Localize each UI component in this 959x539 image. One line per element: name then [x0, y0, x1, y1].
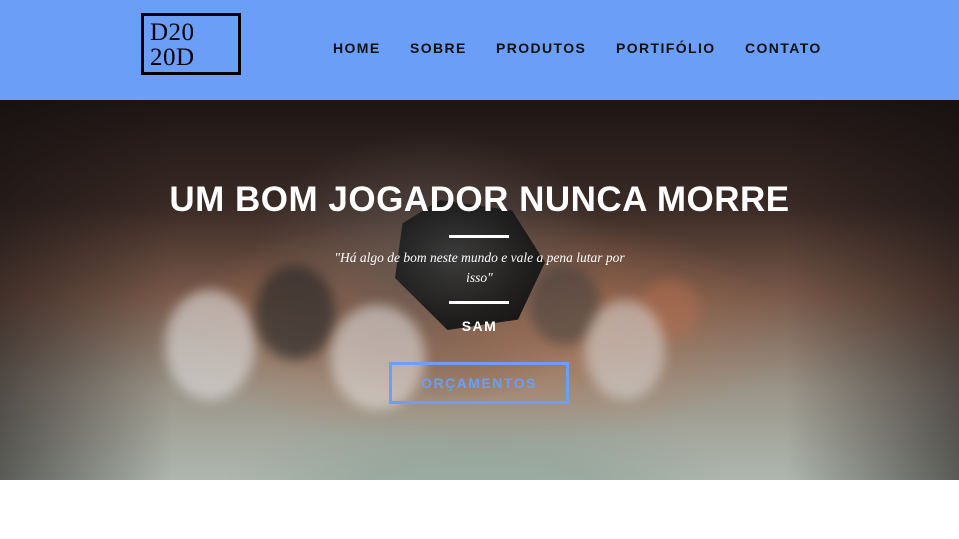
nav-sobre-link[interactable]: SOBRE — [410, 40, 467, 56]
nav-produtos-link[interactable]: PRODUTOS — [496, 40, 586, 56]
hero-quote: "Há algo de bom neste mundo e vale a pen… — [334, 250, 625, 285]
orcamentos-button[interactable]: ORÇAMENTOS — [389, 362, 569, 404]
nav-home-link[interactable]: HOME — [333, 40, 381, 56]
hero-background-image — [0, 100, 959, 480]
nav-contato-link[interactable]: CONTATO — [745, 40, 822, 56]
hero-divider-top — [449, 235, 509, 238]
hero-title: UM BOM JOGADOR NUNCA MORRE — [169, 180, 790, 219]
navbar: D20 20D HOME SOBRE PRODUTOS PORTIFÓLIO C… — [0, 0, 959, 100]
nav-portfolio-link[interactable]: PORTIFÓLIO — [616, 40, 716, 56]
hero-divider-bottom — [449, 301, 509, 304]
hero-vignette — [0, 100, 959, 480]
quote-author: SAM — [461, 318, 498, 334]
main-nav: HOME SOBRE PRODUTOS PORTIFÓLIO CONTATO — [0, 40, 959, 60]
